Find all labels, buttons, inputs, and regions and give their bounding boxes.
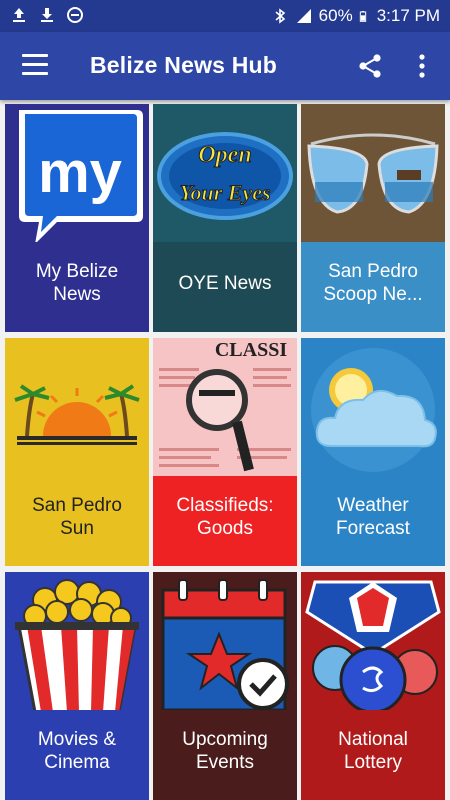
lottery-balls-icon [301,572,445,714]
tile-label: My Belize News [35,261,119,305]
sun-palm-logo-icon [5,338,149,480]
battery-icon [359,11,366,22]
my-logo-text: my [38,140,122,205]
tile-label: National Lottery [338,729,408,773]
tile-label: San Pedro Scoop Ne... [323,261,423,305]
more-vert-icon[interactable] [414,52,430,80]
app-bar: Belize News Hub [0,32,450,100]
tile-label: OYE News [178,272,272,294]
hamburger-menu-icon[interactable] [22,54,48,76]
tile-my-belize-news[interactable]: my My Belize News [5,104,149,332]
popcorn-icon [5,572,149,714]
tile-san-pedro-sun[interactable]: San Pedro Sun [5,338,149,566]
tile-san-pedro-scoop[interactable]: San Pedro Scoop Ne... [301,104,445,332]
signal-icon [296,9,311,23]
classi-headline-text: CLASSI [215,339,287,361]
bluetooth-icon [275,8,285,24]
tile-label: Movies & Cinema [37,729,117,773]
tile-label: San Pedro Sun [32,495,122,539]
tile-oye-news[interactable]: Open Your Eyes OYE News [153,104,297,332]
share-icon[interactable] [356,52,384,80]
upload-icon [13,8,25,22]
open-your-eyes-logo-icon: Open Your Eyes [153,104,297,246]
download-icon [41,8,53,22]
oye-logo-text-open: Open [198,142,251,168]
tile-label: Upcoming Events [182,729,268,773]
tile-upcoming-events[interactable]: Upcoming Events [153,572,297,800]
oye-logo-text-eyes: Your Eyes [179,180,270,205]
tile-national-lottery[interactable]: National Lottery [301,572,445,800]
battery-percent: 60% [318,6,353,25]
tile-classifieds-goods[interactable]: CLASSI Classifieds: Goods [153,338,297,566]
sunglasses-icon [301,104,445,246]
magnifier-newspaper-icon: CLASSI [153,338,297,480]
cloud-sun-icon [301,338,445,480]
tile-label: Classifieds: Goods [176,495,274,539]
my-belize-logo-icon: my [5,104,149,246]
app-title: Belize News Hub [90,52,278,78]
tile-movies-cinema[interactable]: Movies & Cinema [5,572,149,800]
status-bar: 60% 3:17 PM [0,0,450,32]
calendar-check-icon [153,572,297,714]
clock: 3:17 PM [376,6,440,25]
tile-label: Weather Forecast [336,495,410,539]
tile-weather-forecast[interactable]: Weather Forecast [301,338,445,566]
do-not-disturb-icon [67,7,83,23]
